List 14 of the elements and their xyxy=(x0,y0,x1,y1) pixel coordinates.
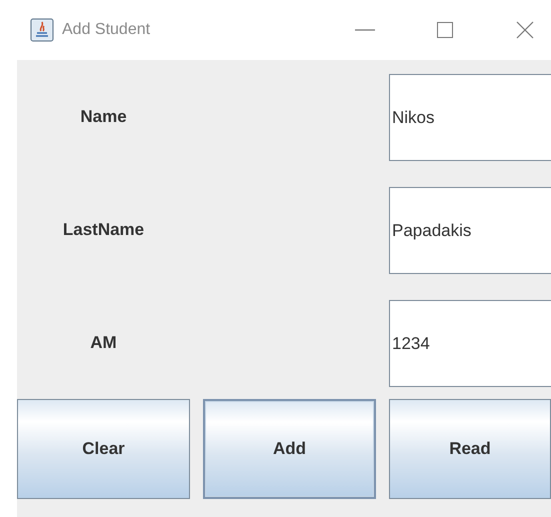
text-field[interactable]: Nikos xyxy=(389,74,551,161)
field-label: Name xyxy=(80,106,127,128)
field-label: AM xyxy=(90,332,117,354)
window-title: Add Student xyxy=(62,20,150,40)
action-button[interactable]: Clear xyxy=(17,399,190,499)
action-button[interactable]: Add xyxy=(203,399,376,499)
text-field[interactable]: 1234 xyxy=(389,300,551,387)
action-button[interactable]: Read xyxy=(389,399,551,499)
app-icon xyxy=(30,18,54,42)
minimize-icon xyxy=(355,28,375,32)
text-field[interactable]: Papadakis xyxy=(389,187,551,274)
field-label: LastName xyxy=(62,218,144,241)
close-icon xyxy=(516,21,534,39)
maximize-icon xyxy=(437,22,453,38)
